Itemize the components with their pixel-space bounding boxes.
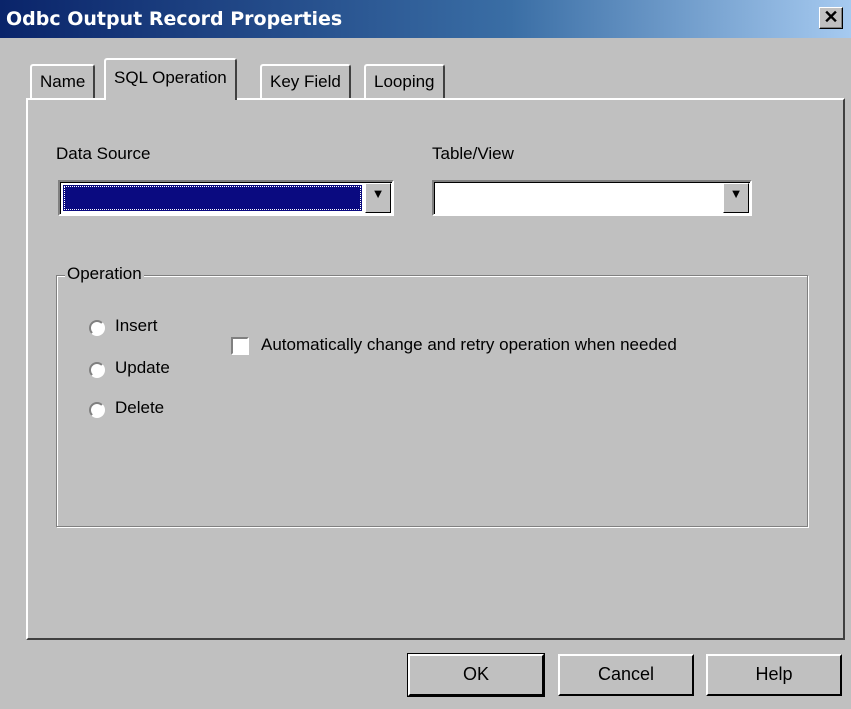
chevron-down-icon: ▼	[729, 186, 743, 201]
delete-radio[interactable]	[89, 402, 105, 418]
tab-label: Looping	[374, 72, 435, 91]
insert-radio[interactable]	[89, 320, 105, 336]
data-source-dropdown-button[interactable]: ▼	[365, 183, 391, 213]
table-view-label: Table/View	[432, 144, 514, 163]
chevron-down-icon: ▼	[371, 186, 385, 201]
data-source-value	[63, 185, 362, 211]
table-view-value	[437, 185, 720, 211]
data-source-select[interactable]: ▼	[58, 180, 394, 216]
auto-retry-label[interactable]: Automatically change and retry operation…	[261, 335, 677, 355]
insert-label[interactable]: Insert	[115, 316, 158, 336]
close-icon: ✕	[823, 7, 839, 27]
table-view-select[interactable]: ▼	[432, 180, 752, 216]
update-radio[interactable]	[89, 362, 105, 378]
operation-group: Operation Insert Update Delete Automatic…	[56, 264, 808, 527]
data-source-label: Data Source	[56, 144, 151, 163]
table-view-dropdown-button[interactable]: ▼	[723, 183, 749, 213]
tab-label: Name	[40, 72, 86, 91]
tab-panel: Data Source ▼ Table/View ▼ Operation Ins…	[26, 98, 845, 640]
tab-key-field[interactable]: Key Field	[260, 64, 351, 98]
ok-button[interactable]: OK	[407, 653, 545, 697]
tab-name[interactable]: Name	[30, 64, 96, 98]
update-label[interactable]: Update	[115, 358, 170, 378]
tab-looping[interactable]: Looping	[364, 64, 445, 98]
auto-retry-checkbox[interactable]	[231, 337, 249, 355]
title-bar: Odbc Output Record Properties ✕	[0, 0, 851, 38]
close-button[interactable]: ✕	[819, 7, 843, 29]
operation-group-label: Operation	[65, 264, 144, 284]
delete-label[interactable]: Delete	[115, 398, 164, 418]
help-button[interactable]: Help	[706, 654, 842, 696]
tab-label: SQL Operation	[114, 68, 227, 87]
window-title: Odbc Output Record Properties	[6, 8, 343, 30]
tab-sql-operation[interactable]: SQL Operation	[104, 58, 237, 100]
tab-label: Key Field	[270, 72, 341, 91]
cancel-button[interactable]: Cancel	[558, 654, 694, 696]
